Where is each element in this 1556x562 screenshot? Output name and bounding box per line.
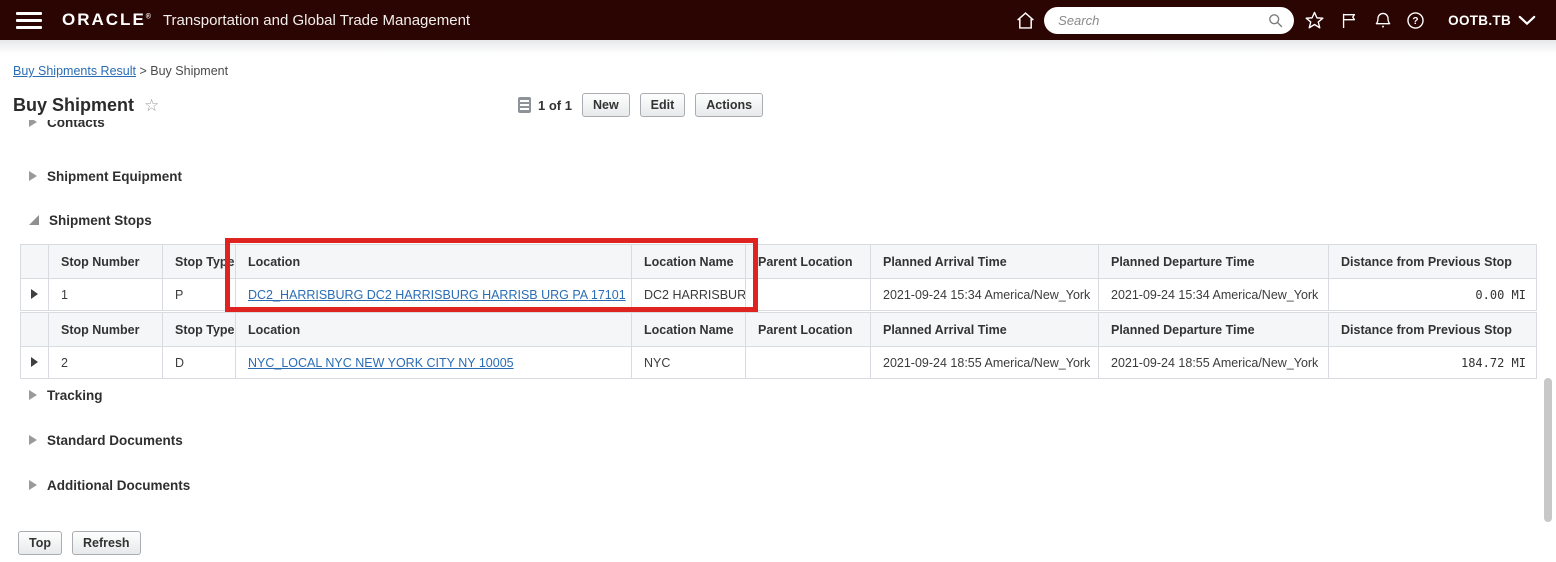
col-header-location-name: Location Name	[631, 312, 746, 347]
col-header-planned-departure: Planned Departure Time	[1098, 244, 1329, 279]
section-additional-documents[interactable]: Additional Documents	[29, 477, 190, 493]
col-header-planned-arrival: Planned Arrival Time	[870, 312, 1099, 347]
twisty-collapsed-icon	[29, 120, 37, 127]
cell-planned-departure: 2021-09-24 18:55 America/New_York	[1098, 346, 1329, 379]
twisty-collapsed-icon	[29, 171, 37, 181]
page-title: Buy Shipment	[13, 95, 135, 115]
cell-location-name: DC2 HARRISBURG	[631, 278, 746, 311]
section-tracking[interactable]: Tracking	[29, 387, 103, 403]
twisty-collapsed-icon	[29, 390, 37, 400]
section-shipment-stops[interactable]: Shipment Stops	[29, 212, 152, 228]
record-toolbar: 1 of 1 New Edit Actions	[518, 93, 764, 117]
col-header-expand	[20, 244, 49, 279]
shipment-stops-table-stop1: Stop Number Stop Type Location Location …	[20, 244, 1537, 311]
col-header-location: Location	[235, 312, 632, 347]
breadcrumb-current: Buy Shipment	[150, 64, 229, 78]
cell-planned-departure: 2021-09-24 15:34 America/New_York	[1098, 278, 1329, 311]
hamburger-menu-icon[interactable]	[16, 11, 42, 29]
expand-row-icon[interactable]	[31, 356, 38, 367]
expand-row-icon[interactable]	[31, 288, 38, 299]
finder-results-icon	[518, 97, 531, 113]
twisty-collapsed-icon	[29, 480, 37, 490]
cell-planned-arrival: 2021-09-24 15:34 America/New_York	[870, 278, 1099, 311]
cell-location-name: NYC	[631, 346, 746, 379]
top-navigation-bar: ORACLE® Transportation and Global Trade …	[0, 0, 1556, 40]
section-contacts[interactable]: Contacts	[29, 120, 105, 130]
cell-stop-type: P	[162, 278, 236, 311]
col-header-parent-location: Parent Location	[745, 312, 871, 347]
cell-stop-number: 1	[48, 278, 163, 311]
table-header-row: Stop Number Stop Type Location Location …	[20, 312, 1537, 347]
col-header-expand	[20, 312, 49, 347]
page-title-row: Buy Shipment ☆	[13, 95, 159, 116]
shipment-stops-table-stop2: Stop Number Stop Type Location Location …	[20, 312, 1537, 379]
home-icon[interactable]	[1015, 10, 1036, 31]
col-header-stop-type: Stop Type	[162, 244, 236, 279]
cell-planned-arrival: 2021-09-24 18:55 America/New_York	[870, 346, 1099, 379]
search-icon[interactable]	[1267, 12, 1284, 29]
col-header-location-name: Location Name	[631, 244, 746, 279]
content-area: Contacts Shipment Equipment Shipment Sto…	[0, 120, 1556, 562]
oracle-logo: ORACLE®	[62, 10, 151, 29]
col-header-planned-departure: Planned Departure Time	[1098, 312, 1329, 347]
search-input[interactable]	[1058, 12, 1268, 28]
record-pagination: 1 of 1	[538, 97, 572, 113]
application-window: ORACLE® Transportation and Global Trade …	[0, 0, 1556, 562]
breadcrumb-parent-link[interactable]: Buy Shipments Result	[13, 64, 136, 78]
cell-parent-location	[745, 278, 871, 311]
vertical-scrollbar-thumb[interactable]	[1544, 378, 1552, 522]
cell-location: DC2_HARRISBURG DC2 HARRISBURG HARRISB UR…	[235, 278, 632, 311]
favorites-star-icon[interactable]	[1304, 10, 1325, 31]
footer-buttons: Top Refresh	[18, 531, 141, 555]
cell-distance: 0.00 MI	[1328, 278, 1537, 311]
section-standard-documents[interactable]: Standard Documents	[29, 432, 183, 448]
table-header-row: Stop Number Stop Type Location Location …	[20, 244, 1537, 279]
col-header-parent-location: Parent Location	[745, 244, 871, 279]
user-menu[interactable]: OOTB.TB	[1448, 13, 1511, 28]
topbar-actions: ? OOTB.TB	[1015, 6, 1536, 34]
breadcrumb: Buy Shipments Result > Buy Shipment	[13, 64, 228, 78]
refresh-button[interactable]: Refresh	[71, 531, 141, 555]
col-header-stop-type: Stop Type	[162, 312, 236, 347]
col-header-distance: Distance from Previous Stop	[1328, 244, 1537, 279]
twisty-collapsed-icon	[29, 435, 37, 445]
twisty-expanded-icon	[29, 215, 39, 225]
app-title: Transportation and Global Trade Manageme…	[162, 11, 471, 29]
col-header-stop-number: Stop Number	[48, 312, 163, 347]
notifications-bell-icon[interactable]	[1373, 10, 1393, 31]
actions-button[interactable]: Actions	[695, 93, 764, 117]
breadcrumb-separator: >	[139, 64, 147, 78]
new-button[interactable]: New	[581, 93, 630, 117]
location-link[interactable]: NYC_LOCAL NYC NEW YORK CITY NY 10005	[248, 356, 514, 370]
col-header-planned-arrival: Planned Arrival Time	[870, 244, 1099, 279]
header-gradient-strip	[0, 40, 1556, 54]
col-header-location: Location	[235, 244, 632, 279]
cell-stop-type: D	[162, 346, 236, 379]
col-header-stop-number: Stop Number	[48, 244, 163, 279]
top-button[interactable]: Top	[18, 531, 62, 555]
section-shipment-equipment[interactable]: Shipment Equipment	[29, 168, 182, 184]
edit-button[interactable]: Edit	[639, 93, 686, 117]
flag-icon[interactable]	[1339, 10, 1359, 31]
location-link[interactable]: DC2_HARRISBURG DC2 HARRISBURG HARRISB UR…	[248, 288, 626, 302]
table-row: 2 D NYC_LOCAL NYC NEW YORK CITY NY 10005…	[20, 346, 1537, 379]
search-box[interactable]	[1044, 6, 1295, 34]
favorite-toggle-star-icon[interactable]: ☆	[144, 97, 159, 114]
cell-parent-location	[745, 346, 871, 379]
cell-distance: 184.72 MI	[1328, 346, 1537, 379]
help-icon[interactable]: ?	[1405, 10, 1426, 31]
chevron-down-icon[interactable]	[1518, 15, 1536, 26]
table-row: 1 P DC2_HARRISBURG DC2 HARRISBURG HARRIS…	[20, 278, 1537, 311]
svg-text:?: ?	[1413, 16, 1419, 27]
col-header-distance: Distance from Previous Stop	[1328, 312, 1537, 347]
cell-location: NYC_LOCAL NYC NEW YORK CITY NY 10005	[235, 346, 632, 379]
cell-stop-number: 2	[48, 346, 163, 379]
